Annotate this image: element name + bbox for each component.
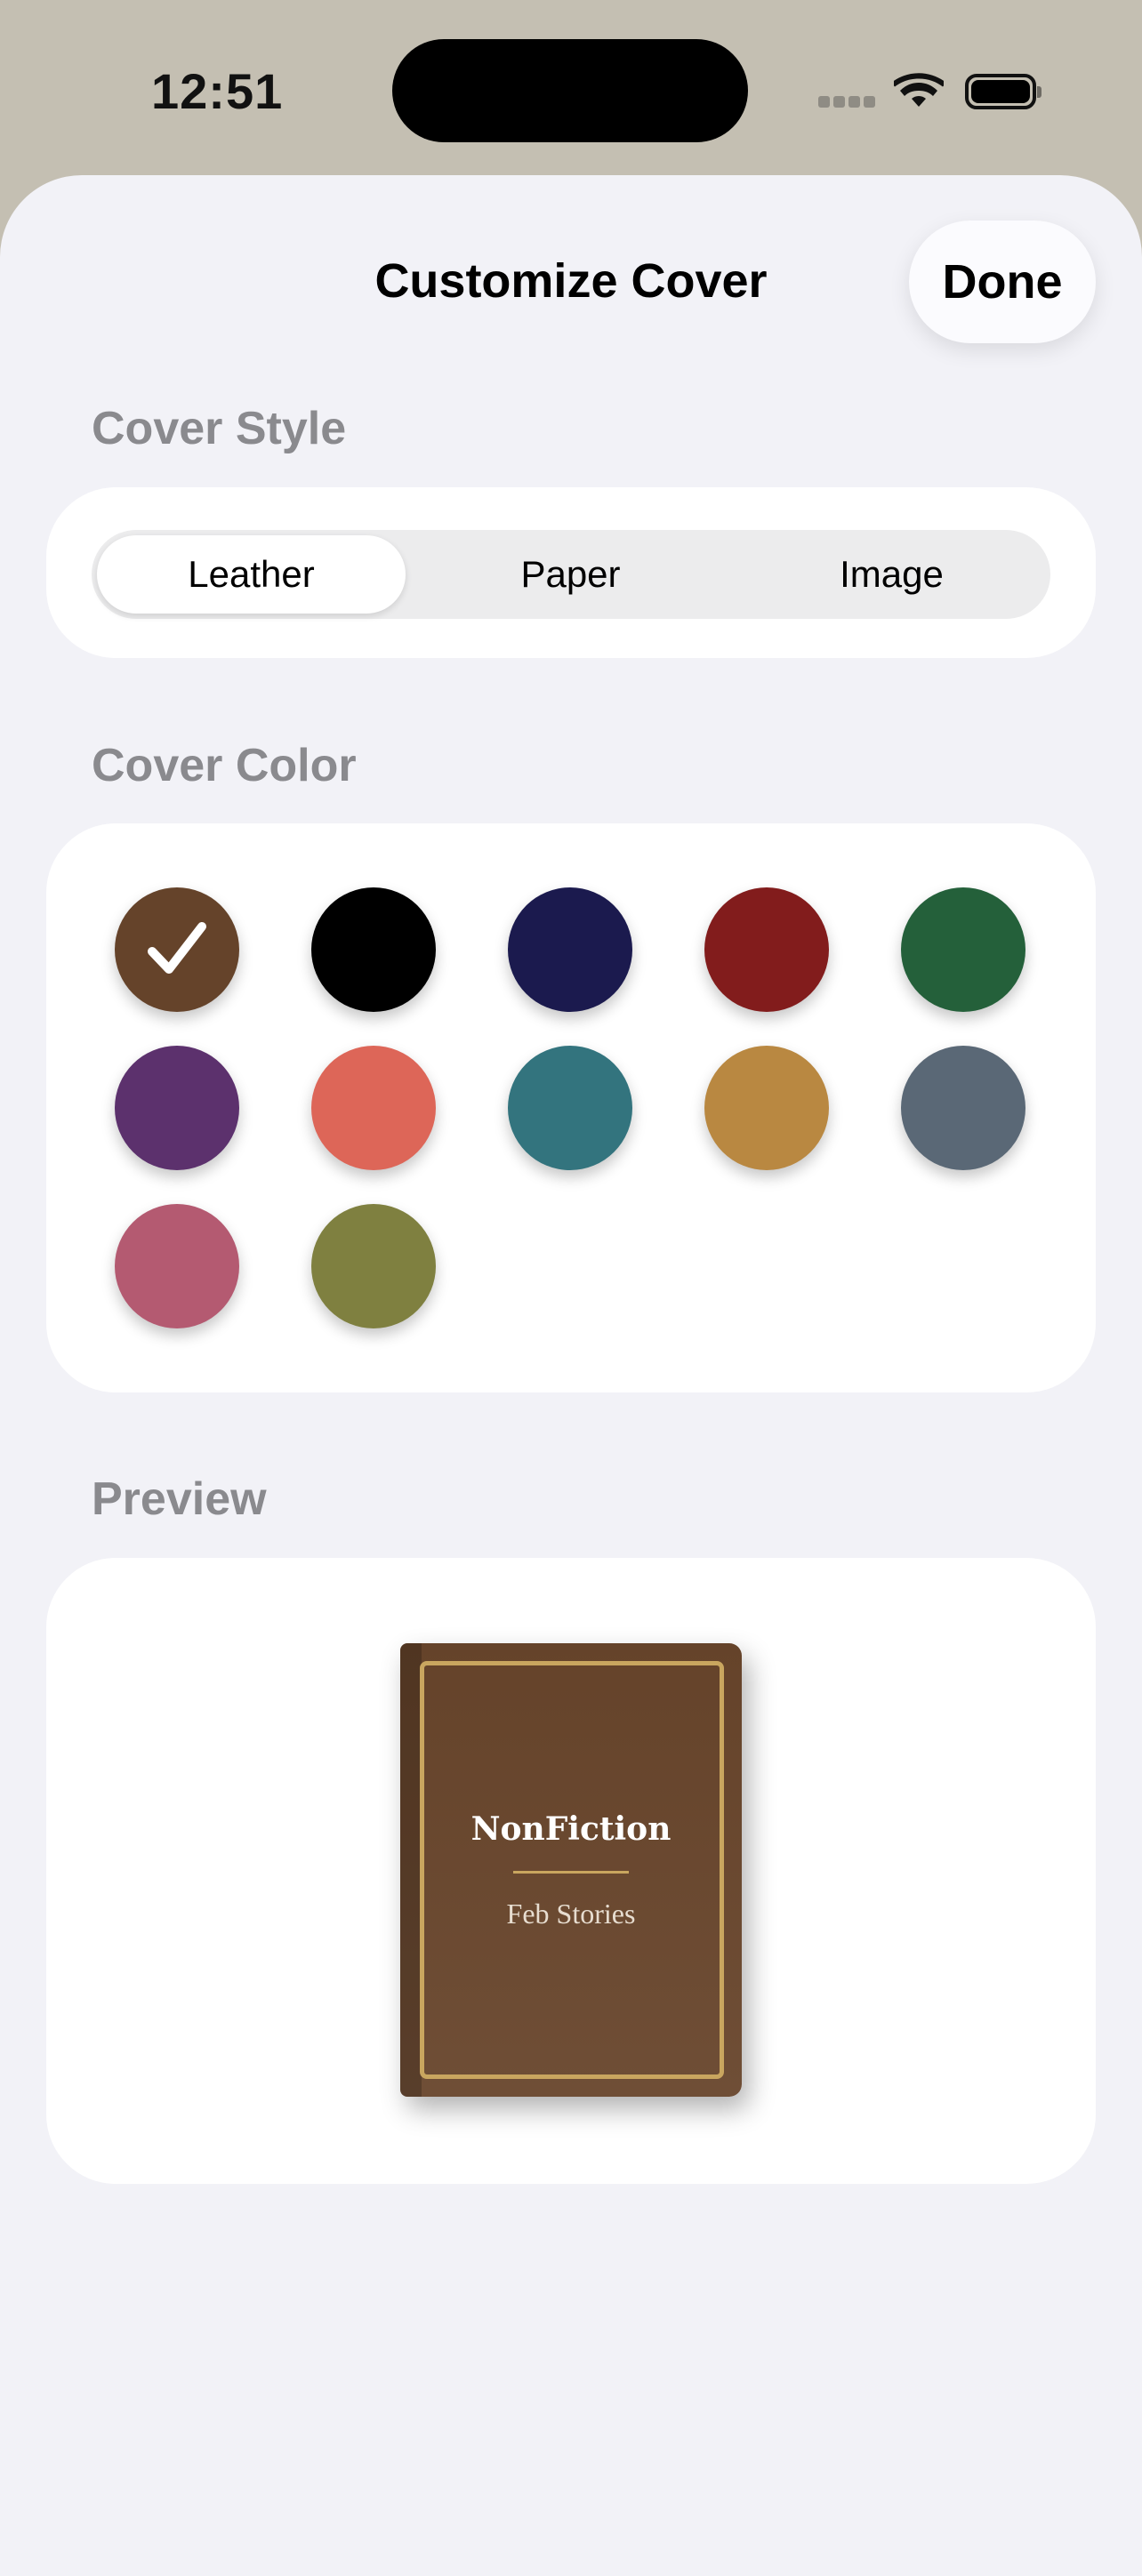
cover-style-segmented-control: Leather Paper Image [92, 530, 1050, 619]
color-swatch-black[interactable] [311, 887, 436, 1012]
wifi-icon [894, 73, 944, 107]
battery-icon [965, 74, 1041, 109]
book-spine [400, 1643, 422, 2097]
color-swatch-teal[interactable] [508, 1046, 632, 1170]
cover-color-label: Cover Color [92, 740, 357, 791]
book-subtitle: Feb Stories [506, 1898, 636, 1930]
color-swatch-slate[interactable] [901, 1046, 1025, 1170]
color-swatch-purple[interactable] [115, 1046, 239, 1170]
color-swatch-olive[interactable] [311, 1204, 436, 1328]
color-swatch-green[interactable] [901, 887, 1025, 1012]
preview-label: Preview [92, 1473, 267, 1525]
cover-preview-book: NonFiction Feb Stories [400, 1643, 742, 2097]
cellular-signal-icon [818, 96, 877, 108]
done-button[interactable]: Done [909, 221, 1096, 343]
dynamic-island [392, 39, 748, 142]
color-swatch-navy[interactable] [508, 887, 632, 1012]
book-border-frame [420, 1661, 724, 2079]
book-title: NonFiction [470, 1810, 672, 1848]
segment-paper[interactable]: Paper [411, 530, 730, 619]
book-divider [513, 1871, 629, 1874]
color-swatch-brown[interactable] [115, 887, 239, 1012]
checkmark-icon [148, 922, 206, 974]
color-swatch-rose[interactable] [115, 1204, 239, 1328]
color-swatch-coral[interactable] [311, 1046, 436, 1170]
status-bar: 12:51 [0, 0, 1142, 178]
cover-style-label: Cover Style [92, 403, 347, 454]
status-time: 12:51 [151, 63, 284, 119]
color-swatch-red[interactable] [704, 887, 829, 1012]
color-swatch-gold[interactable] [704, 1046, 829, 1170]
segment-leather[interactable]: Leather [97, 535, 406, 614]
segment-image[interactable]: Image [732, 530, 1051, 619]
